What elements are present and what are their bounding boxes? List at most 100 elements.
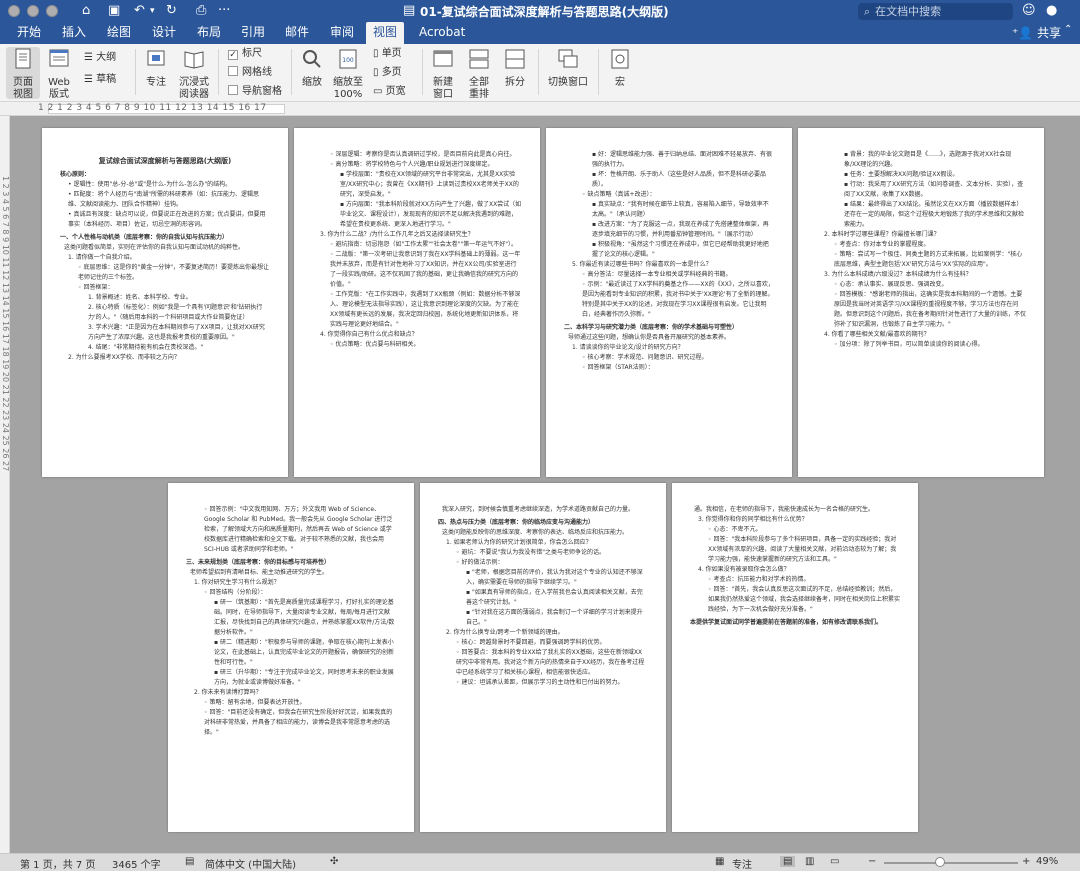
paragraph-line: ◦ 心态：承认事实、展现反思、强调改变。 xyxy=(834,281,948,288)
vertical-ruler[interactable]: 1 2 3 4 5 6 7 8 9 10 11 12 13 14 15 16 1… xyxy=(0,116,10,853)
page-count[interactable]: 第 1 页，共 7 页 xyxy=(20,856,95,871)
document-page[interactable]: ▪ 背景：我的毕业论文题目是《……》，选题源于我对XX社会现象/XX理论的兴趣。… xyxy=(798,128,1044,477)
ribbon-separator xyxy=(598,49,599,95)
zoom-level[interactable]: 49% xyxy=(1036,856,1058,867)
paragraph-line: ◦ 回答模板："感谢老师的指出，这确实是我本科期间的一个遗憾。主要原因是我当时对… xyxy=(834,291,1027,328)
ruler-checkbox[interactable]: ✓ 标尺 xyxy=(228,47,262,61)
document-page[interactable]: 复试综合面试深度解析与答题思路(大纲版) 核心原则： • 逻辑性：使用"总-分-总"… xyxy=(42,128,288,477)
home-icon[interactable]: ⌂ xyxy=(82,3,90,19)
zoom-slider[interactable] xyxy=(884,862,1018,864)
print-icon[interactable]: ⎙ xyxy=(196,3,206,19)
undo-dropdown-icon[interactable]: ▾ xyxy=(150,3,155,19)
zoom-window-button[interactable] xyxy=(46,5,58,17)
tab-home[interactable]: 开始 xyxy=(10,22,48,44)
accessibility-icon[interactable]: ✣ xyxy=(330,856,338,867)
web-layout-status-icon[interactable]: ▭ xyxy=(830,856,839,867)
tab-design[interactable]: 设计 xyxy=(145,22,183,44)
share-label: 共享 xyxy=(1037,26,1062,40)
focus-mode-icon[interactable]: ▦ xyxy=(715,856,724,867)
one-page-button[interactable]: ▯ 单页 xyxy=(373,47,402,61)
search-input[interactable]: ⌕ 在文档中搜索 xyxy=(858,3,1013,20)
web-layout-icon xyxy=(49,49,69,67)
split-button[interactable]: 拆分 xyxy=(499,47,531,89)
arrange-all-icon xyxy=(469,49,489,69)
ribbon-separator xyxy=(291,49,292,95)
tab-references[interactable]: 引用 xyxy=(234,22,272,44)
tab-layout[interactable]: 布局 xyxy=(190,22,228,44)
ribbon-collapse-icon[interactable]: ⌃ xyxy=(1064,24,1072,35)
paragraph-line: ◦ 高分答法：尽量选择一本专业相关或学科经典的书籍。 xyxy=(582,271,732,278)
paragraph-line: ◦ 工作党版："在工作实践中，我遇到了XX瓶颈（例如：数据分析不够深入、理论模型… xyxy=(330,291,521,328)
word-count[interactable]: 3465 个字 xyxy=(112,856,161,871)
print-layout-icon[interactable]: ▥ xyxy=(805,856,814,867)
close-window-button[interactable] xyxy=(8,5,20,17)
zoom-button[interactable]: 缩放 xyxy=(297,47,327,89)
paragraph-line: 这类问题看似简单，实则在评估你的自我认知与面试动机的纯粹性。 xyxy=(64,244,245,251)
redo-icon[interactable]: ↻ xyxy=(166,3,177,19)
immersive-reader-button[interactable]: 沉浸式 阅读器 xyxy=(174,47,214,101)
focus-button[interactable]: 专注 xyxy=(140,47,172,89)
document-canvas[interactable]: 复试综合面试深度解析与答题思路(大纲版) 核心原则： • 逻辑性：使用"总-分-总"… xyxy=(10,116,1080,853)
switch-window-button[interactable]: 切换窗口 xyxy=(543,47,593,89)
focus-icon xyxy=(147,50,165,66)
save-icon[interactable]: ▣ xyxy=(108,3,120,19)
undo-icon[interactable]: ↶ xyxy=(134,3,145,19)
paragraph-line: 1. 你对研究生学习有什么规划？ xyxy=(194,579,280,586)
macros-button[interactable]: 宏 xyxy=(604,47,636,89)
page-view-button[interactable]: 页面 视图 xyxy=(6,47,40,100)
new-window-button[interactable]: 新建 窗口 xyxy=(427,47,459,101)
proofing-icon[interactable]: ▤ xyxy=(185,856,194,867)
language-status[interactable]: 简体中文 (中国大陆) xyxy=(205,856,296,871)
paragraph-line: ◦ 示例："最近读过了XX学科的奠基之作——XX的《XX》，之所以喜欢，是因为能… xyxy=(582,281,774,318)
document-page[interactable]: ◦ 回答示例："中文我用知网、万方；外文我用 Web of Science、Go… xyxy=(168,483,414,832)
paragraph-line: ▪ "针对我在这方面的薄弱点，我会制订一个详细的学习计划来提升自己。" xyxy=(466,609,643,626)
more-icon[interactable]: ··· xyxy=(218,3,230,19)
draft-button[interactable]: ☰ 草稿 xyxy=(84,73,116,87)
gridlines-checkbox[interactable]: 网格线 xyxy=(228,66,272,80)
zoom-100-label: 缩放至 100% xyxy=(333,77,363,100)
page-width-button[interactable]: ▭ 页宽 xyxy=(373,85,406,99)
paragraph-line: ◦ 二战版："第一次考研让我意识到了我在XX学科基础上的薄弱。这一年我并未放弃，… xyxy=(330,251,521,288)
share-button[interactable]: ⁺👤 共享 xyxy=(1012,24,1061,41)
tab-draw[interactable]: 绘图 xyxy=(100,22,138,44)
paragraph-line: ▪ 研二（精进期）："积极参与导师的课题，争取在核心期刊上发表小论文，在此基础上… xyxy=(214,639,395,666)
outline-button[interactable]: ☰ 大纲 xyxy=(84,51,116,65)
switch-window-icon xyxy=(558,49,578,68)
document-page[interactable]: ◦ 深层逻辑：考察你是否认真调研过学校，是否目前向此是真心向往。 ◦ 高分策略：将… xyxy=(294,128,540,477)
nav-pane-checkbox[interactable]: 导航窗格 xyxy=(228,85,282,99)
zoom-label: 缩放 xyxy=(302,77,322,88)
web-view-button[interactable]: Web 版式 xyxy=(43,47,75,101)
document-page[interactable]: 通。我相信，在老师的指导下，我能快速成长为一名合格的研究生。 3. 你觉得你和你的… xyxy=(672,483,918,832)
tab-mailings[interactable]: 邮件 xyxy=(278,22,316,44)
paragraph-line: ◦ 回答框架： xyxy=(78,284,114,291)
document-page[interactable]: ▪ 好：逻辑思维能力强、善于归纳总结、面对困难不轻易放弃、有很强的执行力。 ▪ 坏… xyxy=(546,128,792,477)
document-page[interactable]: 我深入研究，到时候会慎重考虑继续深造，为学术道路贡献自己的力量。 四、热点与压力类… xyxy=(420,483,666,832)
paragraph-line: ▪ 结果：最终得出了XX结论。虽然论文在XX方面（播放数据样本）还存在一定的局限… xyxy=(844,201,1025,228)
zoom-100-button[interactable]: 100 缩放至 100% xyxy=(330,47,366,101)
paragraph-line: 1. 背景概述：姓名、本科学校、专业。 xyxy=(88,294,192,301)
paragraph-line: ◦ 回答："首先，我会认真反思这次面试的不足，总结经验教训；然后，如果我仍然热爱… xyxy=(708,586,901,613)
horizontal-ruler[interactable]: 1 2 1 2 3 4 5 6 7 8 9 10 11 12 13 14 15 … xyxy=(0,102,1080,116)
arrange-all-button[interactable]: 全部 重排 xyxy=(463,47,495,101)
tab-acrobat[interactable]: Acrobat xyxy=(412,22,472,44)
zoom-slider-handle[interactable] xyxy=(935,857,945,867)
multi-page-button[interactable]: ▯ 多页 xyxy=(373,66,402,80)
section-heading: 三、未来规划类（底层考察：你的目标感与可培养性） xyxy=(186,559,331,566)
checkbox-checked-icon: ✓ xyxy=(228,50,238,60)
page-view-icon xyxy=(15,48,31,69)
tab-review[interactable]: 审阅 xyxy=(323,22,361,44)
paragraph-line: 5. 你最近有读过哪些书吗？你最喜欢的一本是什么？ xyxy=(572,261,712,268)
tab-view[interactable]: 视图 xyxy=(366,22,405,44)
zoom-out-icon[interactable]: − xyxy=(868,856,876,867)
smiley-icon[interactable]: ☺ xyxy=(1022,3,1036,19)
checkbox-unchecked-icon xyxy=(228,66,238,76)
read-mode-icon[interactable]: ▤ xyxy=(780,856,796,867)
zoom-in-icon[interactable]: + xyxy=(1022,856,1030,867)
paragraph-line: 4. 你觉得你自己有什么优点和缺点？ xyxy=(320,331,418,338)
tab-insert[interactable]: 插入 xyxy=(55,22,93,44)
user-icon[interactable]: ● xyxy=(1046,3,1057,19)
focus-mode-label[interactable]: 专注 xyxy=(732,856,752,871)
document-icon: ▤ xyxy=(403,3,416,18)
minimize-window-button[interactable] xyxy=(27,5,39,17)
paragraph-line: 3. 为什么本科成绩/六级没过？本科成绩为什么有挂科？ xyxy=(824,271,972,278)
